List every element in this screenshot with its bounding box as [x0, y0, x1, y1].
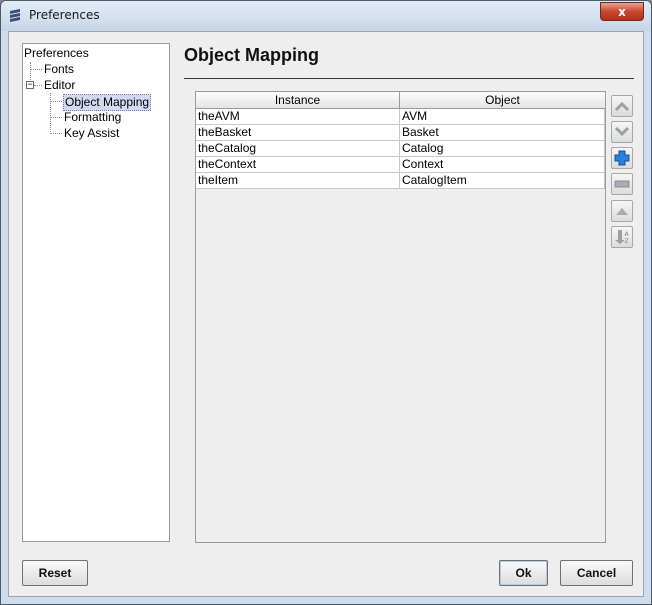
svg-text:A: A [625, 231, 630, 238]
tree-connector [50, 93, 51, 134]
tree-connector [50, 101, 62, 102]
add-icon [614, 150, 630, 166]
cancel-button[interactable]: Cancel [560, 560, 633, 586]
move-up-button[interactable] [611, 95, 633, 117]
object-cell[interactable]: Context [400, 157, 605, 173]
tree-item-editor[interactable]: Editor [44, 78, 75, 93]
move-down-button[interactable] [611, 121, 633, 143]
tree-connector [50, 117, 62, 118]
instance-cell[interactable]: theContext [196, 157, 400, 173]
table-header: Instance Object [196, 92, 605, 109]
reset-button[interactable]: Reset [22, 560, 88, 586]
tree-root-preferences[interactable]: Preferences [24, 46, 89, 61]
window-title: Preferences [29, 8, 100, 22]
preferences-tree[interactable]: Preferences Fonts − Editor Object Mappin… [22, 43, 170, 542]
object-cell[interactable]: Basket [400, 125, 605, 141]
tree-connector [50, 133, 62, 134]
object-cell[interactable]: Catalog [400, 141, 605, 157]
tree-item-formatting[interactable]: Formatting [64, 110, 121, 125]
dialog-client-area: Preferences Fonts − Editor Object Mappin… [8, 31, 644, 597]
tree-item-object-mapping[interactable]: Object Mapping [63, 94, 152, 111]
page-title: Object Mapping [184, 45, 319, 65]
object-cell[interactable]: CatalogItem [400, 173, 605, 189]
remove-icon [614, 180, 630, 188]
table-row[interactable]: theCatalog Catalog [196, 141, 605, 157]
preferences-window: Preferences x Preferences Fonts − Editor… [0, 0, 652, 605]
instance-cell[interactable]: theCatalog [196, 141, 400, 157]
move-up-icon [614, 101, 630, 112]
tree-connector [34, 85, 42, 86]
app-logo-icon [10, 9, 20, 22]
sort-descending-button[interactable]: A Z [611, 226, 633, 248]
table-row[interactable]: theItem CatalogItem [196, 173, 605, 189]
table-row[interactable]: theBasket Basket [196, 125, 605, 141]
ok-button[interactable]: Ok [499, 560, 548, 586]
column-header-object[interactable]: Object [400, 92, 605, 108]
sort-ascending-button[interactable] [611, 200, 633, 222]
column-header-instance[interactable]: Instance [196, 92, 400, 108]
remove-button[interactable] [611, 173, 633, 195]
instance-cell[interactable]: theBasket [196, 125, 400, 141]
close-icon: x [618, 5, 626, 19]
title-bar: Preferences x [1, 1, 651, 31]
instance-cell[interactable]: theAVM [196, 109, 400, 125]
sort-ascending-icon [616, 208, 628, 215]
tree-connector [30, 69, 42, 70]
collapse-icon[interactable]: − [26, 80, 34, 89]
sort-descending-icon: A Z [615, 230, 630, 245]
object-mapping-table[interactable]: Instance Object theAVM AVM theBasket Bas… [195, 91, 606, 543]
table-row[interactable]: theAVM AVM [196, 109, 605, 125]
add-button[interactable] [611, 147, 633, 169]
table-row[interactable]: theContext Context [196, 157, 605, 173]
title-separator [184, 78, 634, 79]
move-down-icon [614, 126, 630, 137]
tree-item-key-assist[interactable]: Key Assist [64, 126, 119, 141]
svg-text:Z: Z [625, 238, 629, 245]
tree-item-fonts[interactable]: Fonts [44, 62, 74, 77]
instance-cell[interactable]: theItem [196, 173, 400, 189]
object-cell[interactable]: AVM [400, 109, 605, 125]
close-button[interactable]: x [600, 2, 644, 21]
